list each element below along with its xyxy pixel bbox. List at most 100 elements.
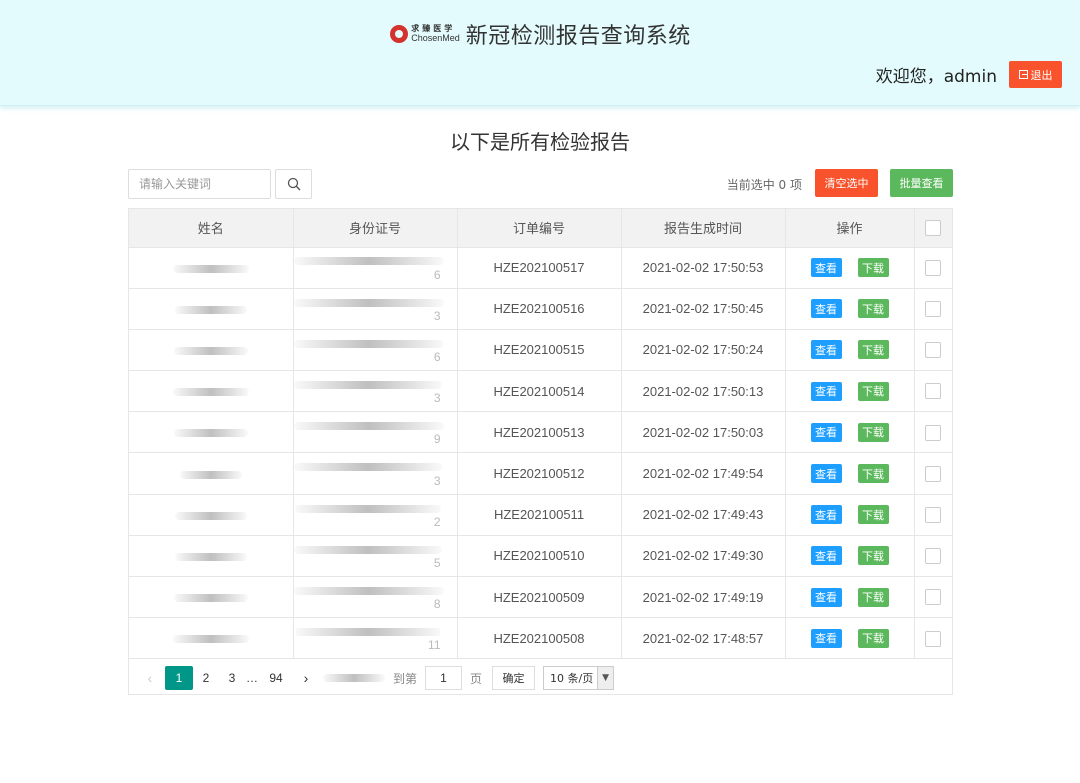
col-header-time: 报告生成时间 [621, 209, 786, 248]
app-title: 新冠检测报告查询系统 [465, 24, 691, 49]
view-button[interactable]: 查看 [810, 422, 842, 442]
redacted-name [173, 429, 248, 438]
id-tail: 3 [433, 391, 441, 406]
view-button[interactable]: 查看 [810, 464, 842, 484]
id-tail: 5 [433, 555, 441, 570]
download-button[interactable]: 下载 [857, 505, 889, 525]
row-checkbox[interactable] [925, 342, 942, 359]
cell-select [914, 247, 952, 289]
view-button[interactable]: 查看 [810, 299, 842, 319]
view-button[interactable]: 查看 [810, 258, 842, 278]
selected-count: 当前选中 0 项 [726, 178, 802, 192]
select-all-checkbox[interactable] [925, 219, 942, 236]
download-button[interactable]: 下载 [857, 587, 889, 607]
download-button[interactable]: 下载 [857, 299, 889, 319]
cell-order: HZE202100509 [457, 576, 622, 619]
cell-select [914, 452, 952, 495]
logout-button[interactable]: 退出 [1009, 61, 1062, 88]
search-button[interactable] [275, 169, 312, 199]
redacted-id [293, 422, 444, 431]
cell-order: HZE202100515 [457, 329, 622, 372]
cell-select [914, 370, 952, 413]
cell-select [914, 535, 952, 578]
cell-time: 2021-02-02 17:50:53 [621, 247, 786, 289]
id-tail: 2 [433, 514, 441, 529]
cell-order: HZE202100516 [457, 288, 622, 330]
view-button[interactable]: 查看 [810, 505, 842, 525]
id-tail: 6 [433, 349, 441, 364]
row-checkbox[interactable] [925, 259, 942, 276]
view-button[interactable]: 查看 [810, 628, 842, 648]
row-checkbox[interactable] [925, 589, 942, 606]
prev-page-icon[interactable]: ‹ [137, 670, 163, 686]
welcome-text: 欢迎您，admin [875, 67, 997, 87]
page-size-select[interactable]: 10 条/页 ▼ [543, 666, 615, 690]
download-button[interactable]: 下载 [857, 381, 889, 401]
row-checkbox[interactable] [925, 301, 942, 318]
row-checkbox[interactable] [925, 424, 942, 441]
cell-actions: 查看 下载 [785, 452, 915, 495]
row-checkbox[interactable] [925, 465, 942, 482]
download-button[interactable]: 下载 [857, 258, 889, 278]
cell-id: 3 [293, 288, 458, 330]
redacted-id [293, 339, 444, 348]
cell-time: 2021-02-02 17:49:19 [621, 576, 786, 619]
id-tail: 9 [433, 432, 441, 447]
download-button[interactable]: 下载 [857, 340, 889, 360]
view-button[interactable]: 查看 [810, 546, 842, 566]
cell-id: 9 [293, 411, 458, 454]
reports-table: 姓名 身份证号 订单编号 报告生成时间 操作 6 HZE202100517 2021… [128, 208, 953, 695]
redacted-total [323, 674, 385, 682]
row-checkbox[interactable] [925, 630, 942, 647]
cell-time: 2021-02-02 17:48:57 [621, 617, 786, 660]
cell-order: HZE202100517 [457, 247, 622, 289]
chevron-down-icon: ▼ [597, 667, 614, 689]
redacted-id [293, 298, 444, 307]
view-button[interactable]: 查看 [810, 340, 842, 360]
next-page-icon[interactable]: › [295, 670, 317, 686]
redacted-id [294, 628, 441, 637]
download-button[interactable]: 下载 [857, 422, 889, 442]
page-3[interactable]: 3 [219, 666, 245, 690]
download-button[interactable]: 下载 [857, 546, 889, 566]
cell-select [914, 617, 952, 660]
search-input[interactable] [128, 169, 271, 199]
redacted-name [179, 470, 242, 479]
table-row: 6 HZE202100517 2021-02-02 17:50:53 查看 下载 [129, 247, 952, 289]
col-header-name: 姓名 [129, 209, 294, 248]
view-button[interactable]: 查看 [810, 587, 842, 607]
goto-confirm-button[interactable]: 确定 [492, 666, 536, 690]
page-last[interactable]: 94 [263, 666, 289, 690]
logo-mark-icon [390, 25, 409, 43]
id-tail: 8 [433, 597, 441, 612]
brand: 求臻医学 ChosenMed 新冠检测报告查询系统 [0, 18, 1080, 50]
cell-name-redacted [129, 452, 294, 495]
logo-cn-text: 求臻医学 [411, 24, 456, 33]
download-button[interactable]: 下载 [857, 464, 889, 484]
view-button[interactable]: 查看 [810, 381, 842, 401]
cell-id: 3 [293, 370, 458, 413]
cell-actions: 查看 下载 [785, 617, 915, 660]
cell-name-redacted [129, 329, 294, 372]
clear-selection-button[interactable]: 清空选中 [815, 169, 878, 197]
batch-view-button[interactable]: 批量查看 [890, 169, 953, 197]
cell-order: HZE202100511 [457, 494, 622, 536]
goto-page-input[interactable] [425, 666, 463, 690]
page-1[interactable]: 1 [165, 666, 193, 690]
row-checkbox[interactable] [925, 507, 942, 523]
cell-select [914, 329, 952, 372]
cell-name-redacted [129, 370, 294, 413]
table-row: 9 HZE202100513 2021-02-02 17:50:03 查看 下载 [129, 411, 952, 454]
row-checkbox[interactable] [925, 548, 942, 565]
redacted-id [293, 380, 442, 389]
cell-order: HZE202100508 [457, 617, 622, 660]
cell-select [914, 494, 952, 536]
row-checkbox[interactable] [925, 383, 942, 400]
cell-name-redacted [129, 247, 294, 289]
download-button[interactable]: 下载 [857, 628, 889, 648]
redacted-name [173, 594, 248, 603]
redacted-name [173, 347, 248, 356]
page-2[interactable]: 2 [193, 666, 219, 690]
table-row: 5 HZE202100510 2021-02-02 17:49:30 查看 下载 [129, 535, 952, 578]
cell-actions: 查看 下载 [785, 576, 915, 619]
